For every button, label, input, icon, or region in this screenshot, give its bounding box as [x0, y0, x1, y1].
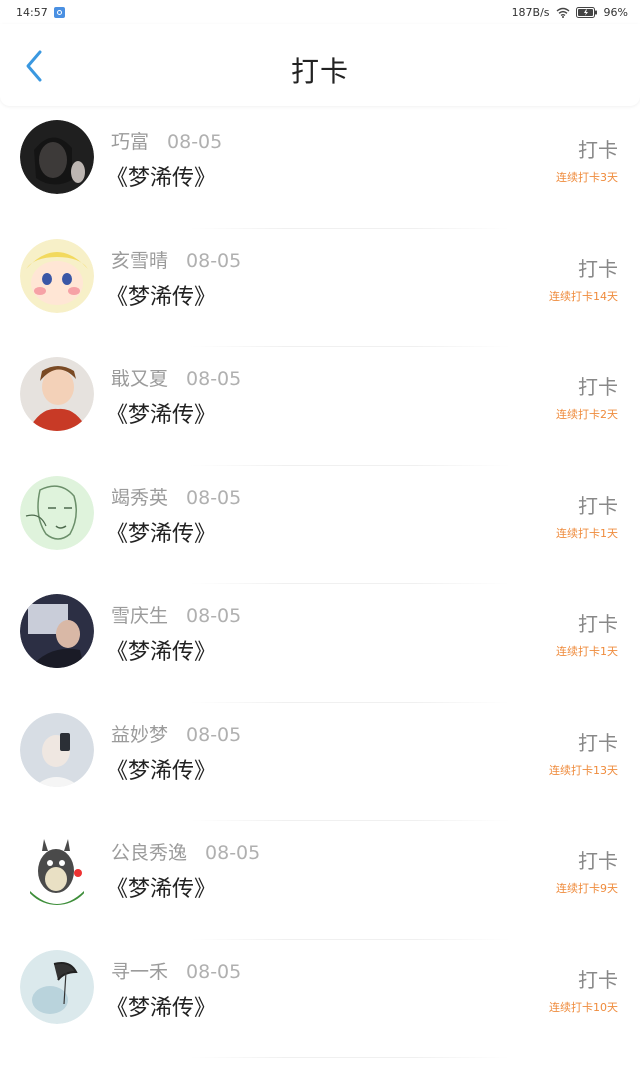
book-title[interactable]: 《梦浠传》: [106, 397, 216, 429]
streak-label: 连续打卡2天: [556, 408, 618, 421]
avatar[interactable]: [20, 357, 94, 431]
page-title: 打卡: [290, 55, 349, 88]
checkin-button[interactable]: 打卡: [578, 490, 618, 519]
net-speed: 187B/s: [511, 5, 550, 19]
status-right: 187B/s 96%: [512, 6, 628, 19]
checkin-button[interactable]: 打卡: [578, 253, 618, 282]
streak-label: 连续打卡1天: [556, 526, 618, 540]
list-item[interactable]: 竭秀英 08-05 《梦浠传》 打卡 连续打卡1天: [0, 466, 640, 584]
book-title[interactable]: 《梦浠传》: [106, 753, 216, 785]
book-title[interactable]: 《梦浠传》: [106, 160, 216, 192]
user-name: 亥雪晴: [111, 249, 169, 272]
user-name: 公良秀逸: [111, 842, 188, 864]
streak-label: 连续打卡9天: [556, 882, 618, 895]
post-date: 08-05: [186, 486, 242, 509]
post-date: 08-05: [186, 960, 242, 983]
status-left: 14:57: [16, 6, 65, 19]
nav-bar: 打卡: [0, 24, 640, 106]
list-item[interactable]: 亥雪晴 08-05 《梦浠传》 打卡 连续打卡14天: [0, 229, 640, 347]
battery-percent: 96%: [603, 5, 628, 19]
post-date: 08-05: [167, 131, 223, 153]
streak-label: 连续打卡3天: [556, 171, 618, 184]
book-title[interactable]: 《梦浠传》: [106, 990, 216, 1022]
user-name: 雪庆生: [111, 605, 169, 627]
name-line: 益妙梦 08-05: [111, 720, 241, 747]
post-date: 08-05: [186, 368, 242, 390]
list-item[interactable]: 巧富 08-05 《梦浠传》 打卡 连续打卡3天: [0, 110, 640, 229]
name-line: 公良秀逸 08-05: [111, 838, 260, 865]
streak-label: 连续打卡10天: [549, 1000, 618, 1014]
name-line: 巧富 08-05: [111, 127, 222, 154]
user-name: 巧富: [111, 131, 150, 153]
status-time: 14:57: [16, 5, 48, 19]
divider: [190, 1057, 510, 1058]
avatar[interactable]: [20, 831, 94, 905]
post-date: 08-05: [186, 723, 242, 746]
wifi-icon: [556, 7, 570, 18]
avatar[interactable]: [20, 475, 94, 550]
list-item[interactable]: 戢又夏 08-05 《梦浠传》 打卡 连续打卡2天: [0, 347, 640, 466]
post-date: 08-05: [186, 605, 242, 627]
checkin-button[interactable]: 打卡: [578, 964, 618, 993]
checkin-list: 巧富 08-05 《梦浠传》 打卡 连续打卡3天 亥雪晴 08-05 《梦浠传》 打…: [0, 110, 640, 1058]
user-name: 益妙梦: [111, 723, 169, 746]
avatar[interactable]: [20, 120, 94, 194]
list-item[interactable]: 寻一禾 08-05 《梦浠传》 打卡 连续打卡10天: [0, 940, 640, 1058]
avatar[interactable]: [20, 238, 94, 313]
list-item[interactable]: 雪庆生 08-05 《梦浠传》 打卡 连续打卡1天: [0, 584, 640, 703]
user-name: 戢又夏: [111, 368, 169, 390]
streak-label: 连续打卡13天: [549, 763, 618, 777]
checkin-button[interactable]: 打卡: [578, 134, 618, 163]
status-bar: 14:57 187B/s 96%: [0, 0, 640, 24]
book-title[interactable]: 《梦浠传》: [106, 871, 216, 903]
book-title[interactable]: 《梦浠传》: [106, 634, 216, 666]
streak-label: 连续打卡14天: [549, 289, 618, 303]
book-title[interactable]: 《梦浠传》: [106, 516, 216, 548]
name-line: 雪庆生 08-05: [111, 601, 241, 628]
name-line: 戢又夏 08-05: [111, 364, 241, 391]
avatar[interactable]: [20, 594, 94, 668]
list-item[interactable]: 益妙梦 08-05 《梦浠传》 打卡 连续打卡13天: [0, 703, 640, 821]
avatar[interactable]: [20, 712, 94, 787]
name-line: 竭秀英 08-05: [111, 483, 241, 510]
user-name: 寻一禾: [111, 960, 169, 983]
checkin-button[interactable]: 打卡: [578, 727, 618, 756]
avatar[interactable]: [20, 949, 94, 1024]
checkin-button[interactable]: 打卡: [578, 845, 618, 874]
post-date: 08-05: [186, 249, 242, 272]
list-item[interactable]: 公良秀逸 08-05 《梦浠传》 打卡 连续打卡9天: [0, 821, 640, 940]
name-line: 寻一禾 08-05: [111, 957, 241, 984]
checkin-button[interactable]: 打卡: [578, 371, 618, 400]
checkin-button[interactable]: 打卡: [578, 608, 618, 637]
streak-label: 连续打卡1天: [556, 645, 618, 658]
user-name: 竭秀英: [111, 486, 169, 509]
book-title[interactable]: 《梦浠传》: [106, 279, 216, 311]
notification-icon: [53, 6, 65, 18]
post-date: 08-05: [205, 842, 261, 864]
name-line: 亥雪晴 08-05: [111, 246, 241, 273]
battery-icon: [575, 6, 598, 18]
